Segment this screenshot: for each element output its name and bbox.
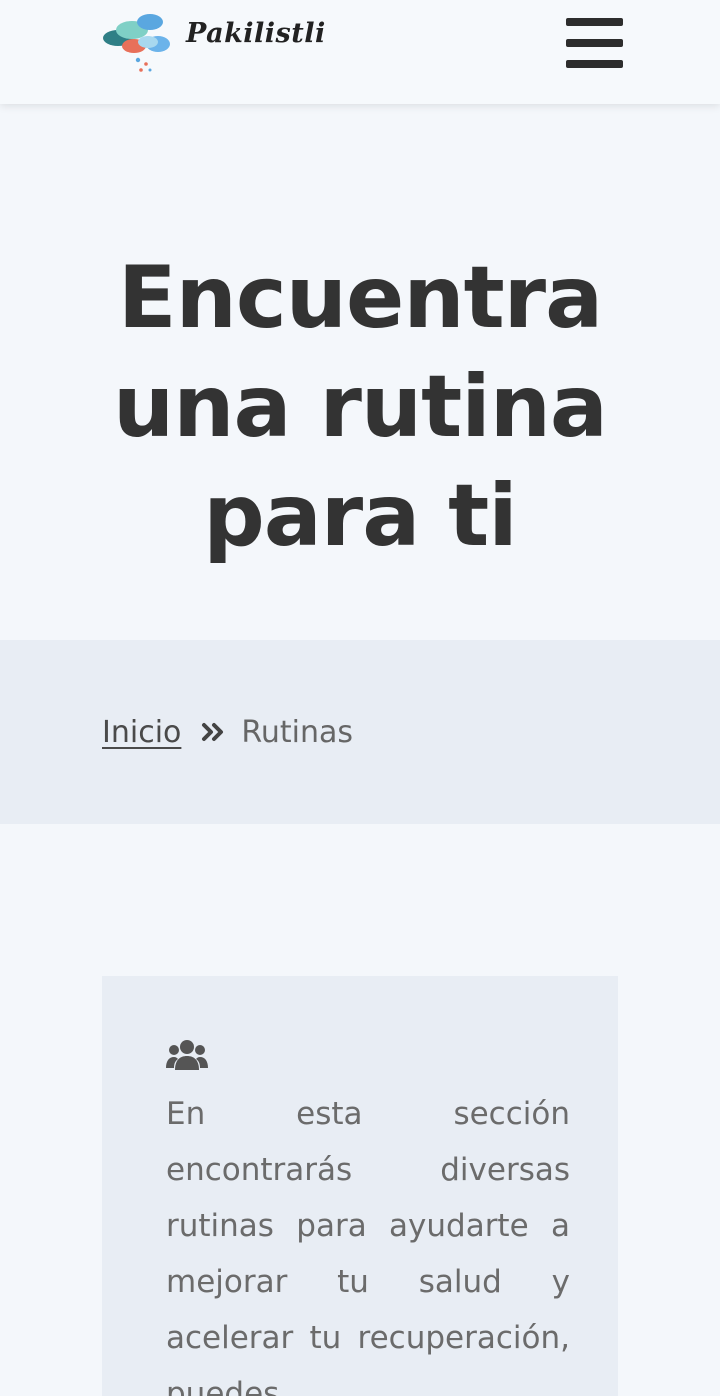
site-logo[interactable]: Pakilistli bbox=[102, 8, 325, 78]
hero-section: Encuentra una rutina para ti bbox=[0, 104, 720, 640]
site-header: Pakilistli bbox=[0, 0, 720, 104]
menu-bar-middle bbox=[566, 39, 623, 47]
breadcrumb-home-link[interactable]: Inicio bbox=[102, 715, 181, 750]
breadcrumb: Inicio Rutinas bbox=[102, 710, 353, 754]
breadcrumb-current: Rutinas bbox=[241, 714, 354, 750]
page-title-line-3: para ti bbox=[203, 466, 518, 566]
users-icon bbox=[166, 1040, 208, 1070]
menu-bar-top bbox=[566, 18, 623, 26]
page-title: Encuentra una rutina para ti bbox=[60, 244, 660, 571]
hamburger-menu-button[interactable] bbox=[560, 14, 628, 72]
menu-bar-bottom bbox=[566, 60, 623, 68]
page-title-line-2: una rutina bbox=[113, 357, 608, 457]
info-card: En esta sección encontrarás diversas rut… bbox=[102, 976, 618, 1396]
pills-cloud-logo-icon bbox=[103, 14, 170, 72]
page-title-line-1: Encuentra bbox=[117, 248, 603, 348]
main-content: En esta sección encontrarás diversas rut… bbox=[0, 824, 720, 1396]
logo-text: Pakilistli bbox=[186, 18, 326, 49]
breadcrumb-section: Inicio Rutinas bbox=[0, 640, 720, 824]
double-chevron-right-icon bbox=[202, 723, 224, 741]
